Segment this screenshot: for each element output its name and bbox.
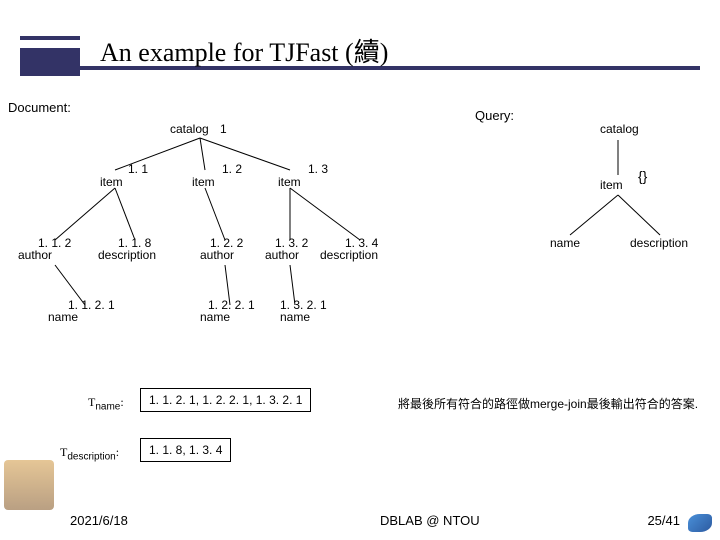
note-text: 將最後所有符合的路徑做merge-join最後輸出符合的答案. xyxy=(398,395,698,412)
document-label: Document: xyxy=(8,100,71,115)
slide-title: An example for TJFast (續) xyxy=(100,32,388,69)
node-desc2-id: 1. 3. 4 xyxy=(345,236,378,250)
node-catalog: catalog xyxy=(170,122,209,136)
q-brace: {} xyxy=(638,168,647,184)
footer-page: 25/41 xyxy=(647,513,680,528)
tname-box: 1. 1. 2. 1, 1. 2. 2. 1, 1. 3. 2. 1 xyxy=(140,388,311,412)
q-catalog: catalog xyxy=(600,122,639,136)
node-catalog-id: 1 xyxy=(220,122,227,136)
node-author3-id: 1. 3. 2 xyxy=(275,236,308,250)
node-item2-id: 1. 2 xyxy=(222,162,242,176)
node-item1: item xyxy=(100,175,123,189)
node-author2-id: 1. 2. 2 xyxy=(210,236,243,250)
node-item3: item xyxy=(278,175,301,189)
logo-icon xyxy=(688,514,712,532)
node-item3-id: 1. 3 xyxy=(308,162,328,176)
node-author3: author xyxy=(265,248,299,262)
node-author2: author xyxy=(200,248,234,262)
tname-label: Tname: xyxy=(88,395,124,412)
node-name3-id: 1. 3. 2. 1 xyxy=(280,298,327,312)
query-label: Query: xyxy=(475,108,514,123)
node-name2-id: 1. 2. 2. 1 xyxy=(208,298,255,312)
q-name: name xyxy=(550,236,580,250)
node-item2: item xyxy=(192,175,215,189)
node-author1: author xyxy=(18,248,52,262)
decoration-icon xyxy=(4,460,54,510)
node-desc2: description xyxy=(320,248,378,262)
node-author1-id: 1. 1. 2 xyxy=(38,236,71,250)
node-name2: name xyxy=(200,310,230,324)
q-item: item xyxy=(600,178,623,192)
node-item1-id: 1. 1 xyxy=(128,162,148,176)
footer-org: DBLAB @ NTOU xyxy=(380,513,480,528)
q-desc: description xyxy=(630,236,688,250)
node-name1-id: 1. 1. 2. 1 xyxy=(68,298,115,312)
footer-date: 2021/6/18 xyxy=(70,513,128,528)
tdesc-label: Tdescription: xyxy=(60,445,119,462)
node-name3: name xyxy=(280,310,310,324)
node-name1: name xyxy=(48,310,78,324)
tdesc-box: 1. 1. 8, 1. 3. 4 xyxy=(140,438,231,462)
node-desc1-id: 1. 1. 8 xyxy=(118,236,151,250)
node-desc1: description xyxy=(98,248,156,262)
